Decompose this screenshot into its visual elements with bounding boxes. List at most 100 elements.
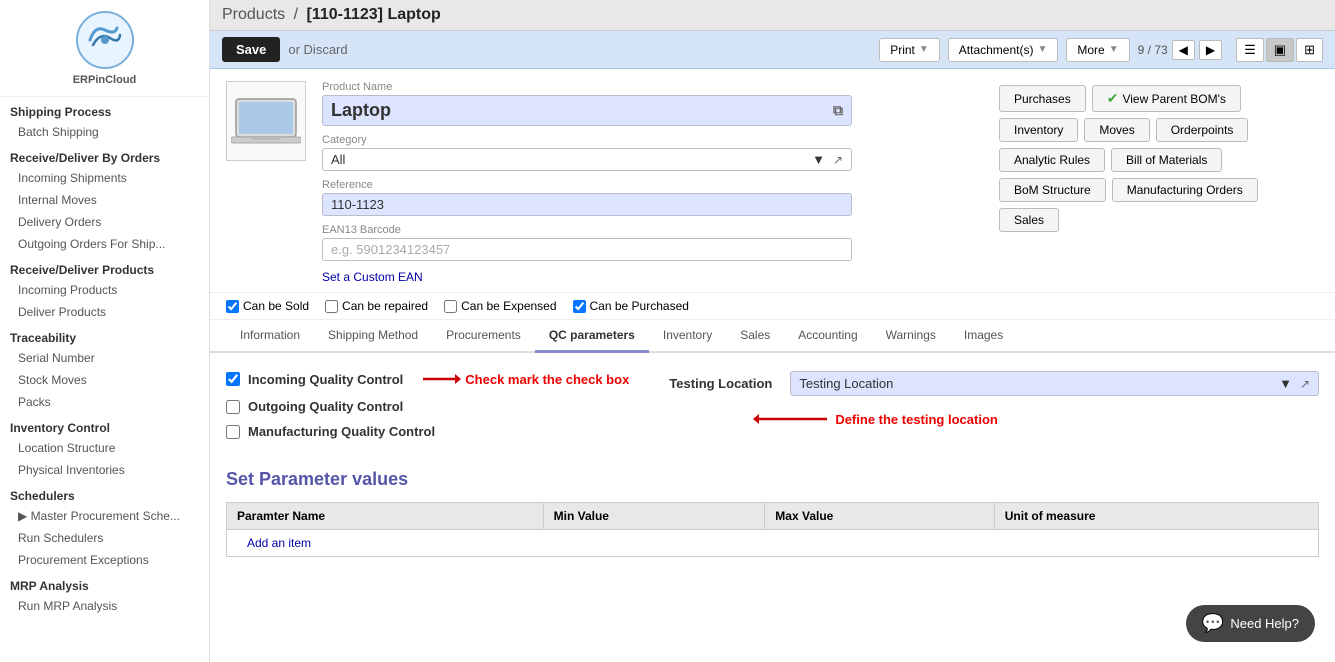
can-be-purchased-input[interactable] [573, 300, 586, 313]
sidebar-item-outgoing-orders[interactable]: Outgoing Orders For Ship... [0, 233, 209, 255]
discard-label[interactable]: or Discard [288, 42, 347, 57]
sidebar-item-procurement-exceptions[interactable]: Procurement Exceptions [0, 549, 209, 571]
view-list-button[interactable]: ☰ [1236, 38, 1264, 62]
param-table: Paramter Name Min Value Max Value Unit o… [226, 502, 1319, 557]
tab-accounting[interactable]: Accounting [784, 320, 871, 353]
category-external-icon[interactable]: ↗ [833, 153, 843, 167]
manufacturing-qc-checkbox[interactable] [226, 425, 240, 439]
ean-placeholder: e.g. 5901234123457 [331, 242, 450, 257]
sidebar-section-title-ic: Inventory Control [0, 413, 209, 437]
tab-warnings[interactable]: Warnings [872, 320, 950, 353]
sidebar-item-incoming-shipments[interactable]: Incoming Shipments [0, 167, 209, 189]
can-be-expensed-input[interactable] [444, 300, 457, 313]
sidebar-item-batch-shipping[interactable]: Batch Shipping [0, 121, 209, 143]
print-button[interactable]: Print ▼ [879, 38, 940, 62]
product-name-value: Laptop [331, 100, 391, 121]
incoming-qc-label: Incoming Quality Control [248, 372, 403, 387]
sidebar-item-run-schedulers[interactable]: Run Schedulers [0, 527, 209, 549]
product-fields: Product Name Laptop ⧉ Category All ▼ ↗ [322, 81, 983, 284]
product-name-input[interactable]: Laptop ⧉ [322, 95, 852, 126]
reference-input[interactable]: 110-1123 [322, 193, 852, 216]
moves-button[interactable]: Moves [1084, 118, 1149, 142]
category-field: Category All ▼ ↗ [322, 134, 983, 171]
sidebar-section-mrp: MRP Analysis Run MRP Analysis [0, 571, 209, 617]
ean-label: EAN13 Barcode [322, 224, 983, 236]
sidebar-item-deliver-products[interactable]: Deliver Products [0, 301, 209, 323]
help-label: Need Help? [1230, 616, 1299, 631]
ean-field: EAN13 Barcode e.g. 5901234123457 [322, 224, 983, 261]
sidebar-section-title-mrp: MRP Analysis [0, 571, 209, 595]
pagination-next[interactable]: ▶ [1199, 40, 1222, 60]
arrow-left-icon [749, 404, 829, 434]
sidebar-item-internal-moves[interactable]: Internal Moves [0, 189, 209, 211]
save-button[interactable]: Save [222, 37, 280, 62]
sidebar-item-serial-number[interactable]: Serial Number [0, 347, 209, 369]
breadcrumb-separator: / [294, 6, 298, 23]
main-content: Products / [110-1123] Laptop Save or Dis… [210, 0, 1335, 662]
view-parent-bom-button[interactable]: ✔ View Parent BOM's [1092, 85, 1241, 112]
can-be-sold-input[interactable] [226, 300, 239, 313]
tab-sales[interactable]: Sales [726, 320, 784, 353]
sidebar-item-incoming-products[interactable]: Incoming Products [0, 279, 209, 301]
help-button[interactable]: 💬 Need Help? [1186, 605, 1315, 642]
outgoing-qc-checkbox[interactable] [226, 400, 240, 414]
sidebar-item-packs[interactable]: Packs [0, 391, 209, 413]
inventory-button[interactable]: Inventory [999, 118, 1078, 142]
add-item-link[interactable]: Add an item [237, 532, 321, 554]
tab-images[interactable]: Images [950, 320, 1017, 353]
reference-label: Reference [322, 179, 983, 191]
tab-inventory[interactable]: Inventory [649, 320, 726, 353]
tab-content-qc: Incoming Quality Control Check mark the … [210, 353, 1335, 662]
purchases-button[interactable]: Purchases [999, 85, 1086, 112]
ean-input[interactable]: e.g. 5901234123457 [322, 238, 852, 261]
testing-location-external-icon[interactable]: ↗ [1300, 377, 1310, 391]
category-value: All [331, 152, 345, 167]
can-be-expensed-checkbox[interactable]: Can be Expensed [444, 299, 556, 313]
right-buttons-panel: Purchases ✔ View Parent BOM's Inventory … [999, 81, 1319, 284]
custom-ean-link[interactable]: Set a Custom EAN [322, 270, 423, 284]
sales-button[interactable]: Sales [999, 208, 1059, 232]
orderpoints-button[interactable]: Orderpoints [1156, 118, 1249, 142]
can-be-purchased-checkbox[interactable]: Can be Purchased [573, 299, 689, 313]
sidebar-item-run-mrp[interactable]: Run MRP Analysis [0, 595, 209, 617]
more-button[interactable]: More ▼ [1066, 38, 1129, 62]
content: Product Name Laptop ⧉ Category All ▼ ↗ [210, 69, 1335, 662]
pagination-text: 9 / 73 [1138, 43, 1168, 57]
product-name-field: Product Name Laptop ⧉ [322, 81, 983, 126]
can-be-repaired-input[interactable] [325, 300, 338, 313]
bom-structure-button[interactable]: BoM Structure [999, 178, 1106, 202]
params-section-title: Set Parameter values [226, 469, 1319, 490]
bill-of-materials-button[interactable]: Bill of Materials [1111, 148, 1222, 172]
manufacturing-orders-button[interactable]: Manufacturing Orders [1112, 178, 1258, 202]
sidebar-section-inventory-control: Inventory Control Location Structure Phy… [0, 413, 209, 481]
incoming-qc-checkbox[interactable] [226, 372, 240, 386]
testing-location-select[interactable]: Testing Location ▼ ↗ [790, 371, 1319, 396]
breadcrumb-parent[interactable]: Products [222, 6, 285, 23]
breadcrumb-current: [110-1123] Laptop [307, 6, 441, 23]
attachments-button[interactable]: Attachment(s) ▼ [948, 38, 1059, 62]
tab-qc-parameters[interactable]: QC parameters [535, 320, 649, 353]
view-parent-bom-label: View Parent BOM's [1122, 92, 1225, 106]
sidebar-item-location-structure[interactable]: Location Structure [0, 437, 209, 459]
tab-shipping-method[interactable]: Shipping Method [314, 320, 432, 353]
pagination-prev[interactable]: ◀ [1172, 40, 1195, 60]
sidebar-item-delivery-orders[interactable]: Delivery Orders [0, 211, 209, 233]
sidebar-item-stock-moves[interactable]: Stock Moves [0, 369, 209, 391]
tab-information[interactable]: Information [226, 320, 314, 353]
sidebar: ERPinCloud Shipping Process Batch Shippi… [0, 0, 210, 662]
view-form-button[interactable]: ▣ [1266, 38, 1294, 62]
can-be-sold-checkbox[interactable]: Can be Sold [226, 299, 309, 313]
analytic-rules-button[interactable]: Analytic Rules [999, 148, 1105, 172]
view-grid-button[interactable]: ⊞ [1296, 38, 1323, 62]
annotation-checkbox-text: Check mark the check box [465, 372, 629, 387]
attachments-label: Attachment(s) [959, 43, 1034, 57]
category-select[interactable]: All ▼ ↗ [322, 148, 852, 171]
copy-icon[interactable]: ⧉ [833, 102, 843, 119]
sidebar-section-title-rbo: Receive/Deliver By Orders [0, 143, 209, 167]
manufacturing-qc-row: Manufacturing Quality Control [226, 424, 629, 439]
sidebar-item-physical-inventories[interactable]: Physical Inventories [0, 459, 209, 481]
tab-procurements[interactable]: Procurements [432, 320, 535, 353]
sidebar-item-master-procurement[interactable]: ▶ Master Procurement Sche... [0, 505, 209, 527]
category-label: Category [322, 134, 983, 146]
can-be-repaired-checkbox[interactable]: Can be repaired [325, 299, 428, 313]
